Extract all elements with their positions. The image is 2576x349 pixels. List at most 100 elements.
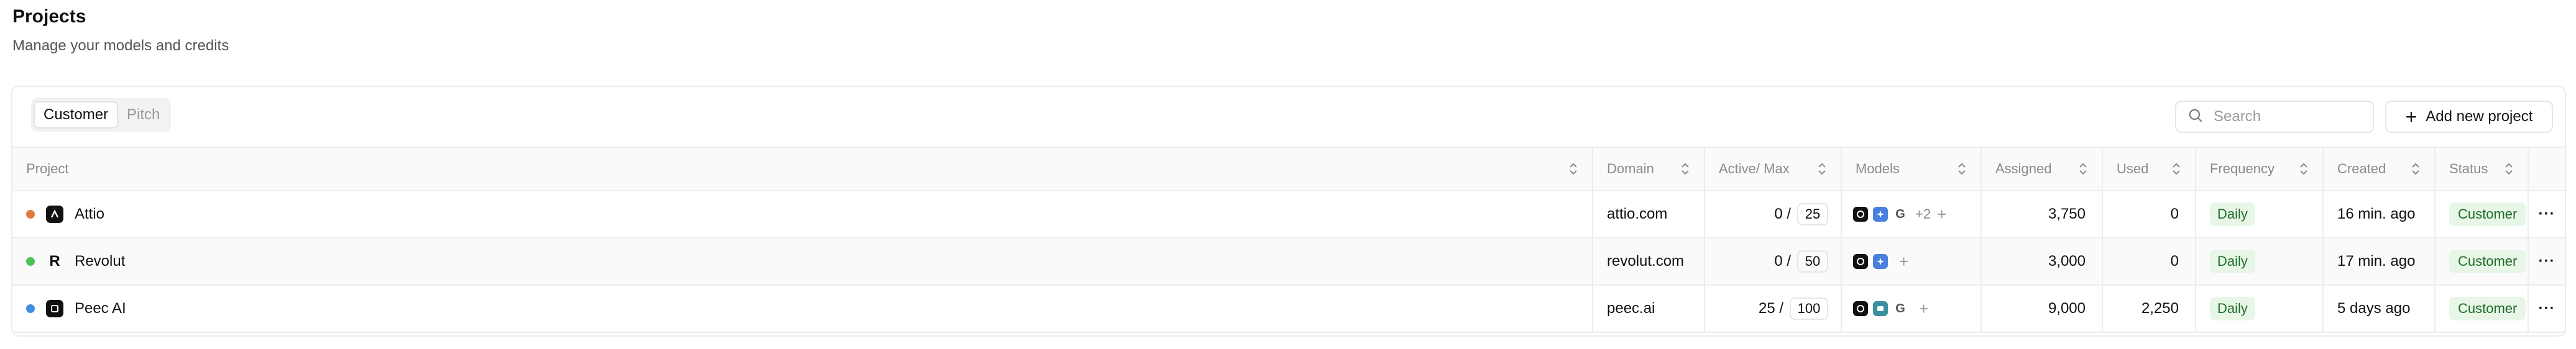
frequency-cell: Daily bbox=[2196, 191, 2324, 237]
sort-icon[interactable] bbox=[2504, 162, 2514, 176]
column-header-created[interactable]: Created bbox=[2324, 148, 2436, 190]
openai-icon bbox=[1853, 207, 1868, 222]
add-new-project-button[interactable]: + Add new project bbox=[2385, 101, 2553, 133]
tab-pitch[interactable]: Pitch bbox=[118, 101, 168, 129]
plus-icon: + bbox=[2405, 106, 2417, 128]
max-input[interactable]: 50 bbox=[1797, 250, 1828, 273]
models-more-count: +2 bbox=[1915, 206, 1931, 222]
column-header-models[interactable]: Models bbox=[1842, 148, 1982, 190]
sparkle-icon bbox=[1873, 254, 1888, 269]
column-label: Assigned bbox=[1995, 161, 2052, 176]
sort-icon[interactable] bbox=[2171, 162, 2181, 176]
assigned-cell: 3,750 bbox=[1982, 191, 2103, 237]
table-row[interactable]: Peec AI peec.ai 25 / 100 G + 9,000 2,250… bbox=[12, 286, 2565, 333]
frequency-badge: Daily bbox=[2210, 202, 2255, 226]
created-cell: 17 min. ago bbox=[2324, 238, 2436, 284]
column-label: Used bbox=[2117, 161, 2149, 176]
table-row[interactable]: Attio attio.com 0 / 25 G +2 + 3,750 0 Da… bbox=[12, 191, 2565, 238]
page-title: Projects bbox=[12, 6, 86, 27]
openai-icon bbox=[1853, 254, 1868, 269]
column-label: Project bbox=[26, 161, 69, 176]
actions-cell: ··· bbox=[2529, 238, 2565, 284]
add-model-icon[interactable]: + bbox=[1899, 252, 1908, 271]
status-dot bbox=[26, 304, 35, 313]
sparkle-icon bbox=[1873, 207, 1888, 222]
models-cell: G + bbox=[1842, 286, 1982, 332]
more-options-icon[interactable]: ··· bbox=[2534, 249, 2559, 274]
add-model-icon[interactable]: + bbox=[1937, 205, 1946, 224]
model-bot-icon bbox=[1873, 301, 1888, 316]
active-max-cell: 0 / 25 bbox=[1705, 191, 1842, 237]
more-options-icon[interactable]: ··· bbox=[2534, 202, 2559, 227]
status-dot bbox=[26, 210, 35, 219]
status-badge: Customer bbox=[2449, 202, 2526, 226]
attio-logo-icon bbox=[46, 206, 63, 223]
projects-page: Projects Manage your models and credits … bbox=[0, 0, 2576, 349]
openai-icon bbox=[1853, 301, 1868, 316]
max-input[interactable]: 25 bbox=[1797, 203, 1828, 225]
column-label: Active/ Max bbox=[1719, 161, 1790, 176]
active-count: 0 / bbox=[1774, 253, 1791, 270]
frequency-cell: Daily bbox=[2196, 286, 2324, 332]
sort-icon[interactable] bbox=[2411, 162, 2421, 176]
status-cell: Customer bbox=[2436, 191, 2529, 237]
sort-icon[interactable] bbox=[1817, 162, 1827, 176]
project-cell: Attio bbox=[12, 191, 1593, 237]
status-cell: Customer bbox=[2436, 286, 2529, 332]
search-input[interactable] bbox=[2212, 107, 2364, 126]
used-cell: 0 bbox=[2103, 238, 2196, 284]
search-box[interactable] bbox=[2175, 101, 2374, 133]
column-label: Models bbox=[1856, 161, 1900, 176]
active-max-cell: 0 / 50 bbox=[1705, 238, 1842, 284]
column-header-project[interactable]: Project bbox=[12, 148, 1593, 190]
domain-cell: peec.ai bbox=[1593, 286, 1705, 332]
google-icon: G bbox=[1893, 207, 1908, 222]
created-cell: 16 min. ago bbox=[2324, 191, 2436, 237]
status-dot bbox=[26, 257, 35, 266]
models-cell: G +2 + bbox=[1842, 191, 1982, 237]
assigned-cell: 3,000 bbox=[1982, 238, 2103, 284]
assigned-cell: 9,000 bbox=[1982, 286, 2103, 332]
project-name[interactable]: Peec AI bbox=[75, 300, 126, 317]
sort-icon[interactable] bbox=[1680, 162, 1690, 176]
actions-cell: ··· bbox=[2529, 191, 2565, 237]
project-name[interactable]: Attio bbox=[75, 206, 104, 223]
column-label: Status bbox=[2449, 161, 2488, 176]
sort-icon[interactable] bbox=[2299, 162, 2309, 176]
column-header-status[interactable]: Status bbox=[2436, 148, 2529, 190]
active-count: 25 / bbox=[1758, 300, 1783, 317]
column-header-frequency[interactable]: Frequency bbox=[2196, 148, 2324, 190]
add-new-project-label: Add new project bbox=[2426, 108, 2533, 125]
column-header-assigned[interactable]: Assigned bbox=[1982, 148, 2103, 190]
column-label: Created bbox=[2337, 161, 2386, 176]
segmented-control: Customer Pitch bbox=[31, 98, 172, 132]
page-subtitle: Manage your models and credits bbox=[12, 37, 229, 54]
column-header-domain[interactable]: Domain bbox=[1593, 148, 1705, 190]
max-input[interactable]: 100 bbox=[1790, 297, 1828, 320]
search-icon bbox=[2187, 107, 2204, 127]
sort-icon[interactable] bbox=[1957, 162, 1967, 176]
toolbar: Customer Pitch + Add new project bbox=[12, 87, 2565, 147]
column-header-used[interactable]: Used bbox=[2103, 148, 2196, 190]
sort-icon[interactable] bbox=[2078, 162, 2088, 176]
used-cell: 0 bbox=[2103, 191, 2196, 237]
frequency-badge: Daily bbox=[2210, 297, 2255, 320]
project-cell: R Revolut bbox=[12, 238, 1593, 284]
google-icon: G bbox=[1893, 301, 1908, 316]
frequency-cell: Daily bbox=[2196, 238, 2324, 284]
projects-card: Customer Pitch + Add new project Project bbox=[11, 86, 2566, 337]
project-name[interactable]: Revolut bbox=[75, 253, 125, 270]
column-label: Frequency bbox=[2210, 161, 2275, 176]
table-row[interactable]: R Revolut revolut.com 0 / 50 + 3,000 0 D… bbox=[12, 238, 2565, 286]
used-cell: 2,250 bbox=[2103, 286, 2196, 332]
tab-customer[interactable]: Customer bbox=[34, 101, 119, 129]
column-header-active-max[interactable]: Active/ Max bbox=[1705, 148, 1842, 190]
sort-icon[interactable] bbox=[1568, 162, 1578, 176]
domain-cell: revolut.com bbox=[1593, 238, 1705, 284]
peec-logo-icon bbox=[46, 300, 63, 317]
more-options-icon[interactable]: ··· bbox=[2534, 296, 2559, 321]
active-max-cell: 25 / 100 bbox=[1705, 286, 1842, 332]
status-badge: Customer bbox=[2449, 297, 2526, 320]
add-model-icon[interactable]: + bbox=[1919, 299, 1928, 319]
frequency-badge: Daily bbox=[2210, 250, 2255, 273]
